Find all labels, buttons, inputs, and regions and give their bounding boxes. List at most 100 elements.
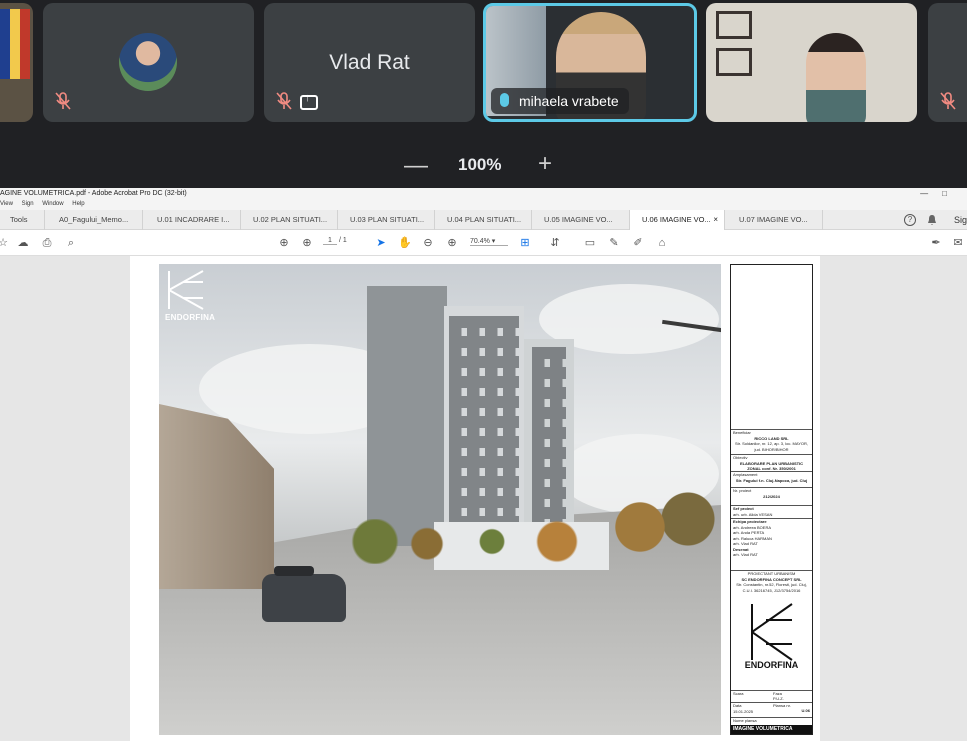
pdf-page: ENDORFINA Beneficiar RICCO LAND SRL Str.… bbox=[130, 256, 820, 741]
participant-tile-4[interactable] bbox=[706, 3, 917, 122]
minimize-button[interactable]: — bbox=[920, 189, 942, 198]
next-page-icon[interactable]: ⊕ bbox=[300, 236, 314, 250]
menu-view[interactable]: View bbox=[0, 201, 13, 207]
zoom-out-button[interactable]: — bbox=[404, 152, 428, 180]
car bbox=[262, 566, 346, 622]
tab-label: U.07 IMAGINE VO... bbox=[739, 215, 808, 224]
wall-frame bbox=[716, 11, 752, 39]
tower-side bbox=[367, 286, 447, 546]
data-value: 15.01.2025 bbox=[733, 708, 754, 714]
wall-frame bbox=[716, 48, 752, 76]
participant-tile-5[interactable] bbox=[928, 3, 967, 122]
beneficiar-row: Beneficiar RICCO LAND SRL Str. Soldanilo… bbox=[731, 429, 812, 452]
tab-tools[interactable]: Tools bbox=[0, 210, 45, 230]
tab-label: A0_Fagului_Memo... bbox=[59, 215, 129, 224]
firm-logo-text: ENDORFINA bbox=[744, 660, 799, 670]
star-icon[interactable]: ☆ bbox=[0, 236, 10, 250]
tab-label: U.03 PLAN SITUATI... bbox=[350, 215, 425, 224]
zoom-value: 70.4% bbox=[470, 238, 490, 245]
endorfina-logo-icon bbox=[168, 270, 204, 310]
sef-proiect-row: Sef proiect arh. urb. Alida VESAN bbox=[731, 505, 812, 517]
scroll-mode-icon[interactable]: ⇵ bbox=[548, 236, 562, 250]
fit-page-icon[interactable]: ⊞ bbox=[518, 236, 532, 250]
tab-doc[interactable]: U.01 INCADRARE I... bbox=[143, 210, 241, 230]
participant-tile-1[interactable] bbox=[43, 3, 254, 122]
flag-image bbox=[0, 9, 30, 79]
architectural-rendering: ENDORFINA bbox=[159, 264, 721, 735]
print-icon[interactable]: ⎙ bbox=[40, 236, 54, 250]
faza-value: P.U.Z. bbox=[773, 696, 784, 701]
nume-row: Nume plansa bbox=[731, 717, 812, 724]
participant-video bbox=[806, 33, 866, 122]
window-title: AGINE VOLUMETRICA.pdf - Adobe Acrobat Pr… bbox=[0, 190, 187, 197]
main-toolbar: ☆ ☁ ⎙ ⌕ ⊕ ⊕ 1 / 1 ➤ ✋ ⊖ ⊕ 70.4% ▾ ⊞ ⇵ ▭ … bbox=[0, 231, 967, 256]
mic-off-icon bbox=[940, 92, 956, 110]
vertical-scrollbar[interactable] bbox=[957, 256, 967, 741]
mic-off-icon bbox=[55, 92, 71, 110]
mic-off-icon bbox=[276, 92, 292, 110]
tab-doc[interactable]: A0_Fagului_Memo... bbox=[45, 210, 143, 230]
help-icon[interactable]: ? bbox=[904, 214, 916, 226]
shared-acrobat-window: AGINE VOLUMETRICA.pdf - Adobe Acrobat Pr… bbox=[0, 188, 967, 741]
window-controls: —□ bbox=[920, 188, 961, 199]
bell-icon[interactable] bbox=[926, 214, 938, 226]
tab-label: Tools bbox=[10, 215, 28, 224]
prev-page-icon[interactable]: ⊕ bbox=[277, 236, 291, 250]
participant-name: mihaela vrabete bbox=[519, 93, 619, 109]
draw-icon[interactable]: ✐ bbox=[631, 236, 645, 250]
participant-tile-3[interactable]: mihaela vrabete bbox=[483, 3, 697, 122]
tab-doc[interactable]: U.05 IMAGINE VO... bbox=[532, 210, 630, 230]
echipa-row: Echipa proiectare arh. Andreea BOERA arh… bbox=[731, 518, 812, 558]
participant-name: Vlad Rat bbox=[329, 51, 410, 74]
select-cursor-icon[interactable]: ➤ bbox=[374, 236, 388, 250]
tab-doc[interactable]: U.02 PLAN SITUATI... bbox=[241, 210, 338, 230]
window-title-bar: AGINE VOLUMETRICA.pdf - Adobe Acrobat Pr… bbox=[0, 188, 967, 199]
zoom-out-icon[interactable]: ⊖ bbox=[421, 236, 435, 250]
firm-address: Str. Constantin, nr.52, Floresti, jud. C… bbox=[736, 582, 807, 593]
zoom-in-button[interactable]: + bbox=[538, 150, 552, 178]
tab-doc-active[interactable]: U.06 IMAGINE VO... × bbox=[630, 210, 725, 230]
comment-icon[interactable]: ▭ bbox=[583, 236, 597, 250]
tab-doc[interactable]: U.04 PLAN SITUATI... bbox=[435, 210, 532, 230]
scara-label: Scara bbox=[733, 691, 744, 696]
avatar bbox=[119, 33, 177, 91]
maximize-button[interactable]: □ bbox=[942, 189, 961, 198]
cloud-upload-icon[interactable]: ☁ bbox=[16, 236, 30, 250]
menu-help[interactable]: Help bbox=[72, 201, 84, 207]
windows bbox=[449, 316, 519, 536]
sign-in-label[interactable]: Sig bbox=[954, 210, 967, 230]
participant-name-pill: mihaela vrabete bbox=[491, 88, 629, 114]
fill-sign-icon[interactable]: ✒ bbox=[929, 236, 943, 250]
zoom-select[interactable]: 70.4% ▾ bbox=[470, 237, 508, 246]
desenat-value: arh. Vlad RAT bbox=[733, 552, 758, 557]
participant-tile-2[interactable]: Vlad Rat bbox=[264, 3, 475, 122]
mail-icon[interactable]: ✉ bbox=[951, 236, 965, 250]
zoom-level: 100% bbox=[458, 155, 502, 174]
left-building bbox=[159, 404, 274, 589]
tab-label: U.01 INCADRARE I... bbox=[157, 215, 230, 224]
tab-doc[interactable]: U.07 IMAGINE VO... bbox=[725, 210, 823, 230]
stamp-icon[interactable]: ⌂ bbox=[655, 236, 669, 250]
tab-doc[interactable]: U.03 PLAN SITUATI... bbox=[338, 210, 435, 230]
close-tab-icon[interactable]: × bbox=[713, 210, 718, 230]
page-number-input[interactable]: 1 bbox=[323, 237, 337, 245]
search-icon[interactable]: ⌕ bbox=[64, 236, 78, 250]
zoom-in-icon[interactable]: ⊕ bbox=[445, 236, 459, 250]
beneficiar-address: Str. Soldanilor, nr. 12, ap. 3, loc. MAY… bbox=[734, 441, 809, 452]
menu-sign[interactable]: Sign bbox=[22, 201, 34, 207]
data-row: Data 15.01.2025 Plansa nr. U.06 bbox=[731, 702, 812, 716]
menu-window[interactable]: Window bbox=[42, 201, 63, 207]
plansa-label: Plansa nr. bbox=[773, 703, 791, 708]
nr-proiect-row: Nr. proiect 212/2024 bbox=[731, 487, 812, 499]
highlight-icon[interactable]: ✎ bbox=[607, 236, 621, 250]
document-view[interactable]: ENDORFINA Beneficiar RICCO LAND SRL Str.… bbox=[0, 256, 967, 741]
document-tabs: Tools A0_Fagului_Memo... U.01 INCADRARE … bbox=[0, 210, 967, 230]
hand-tool-icon[interactable]: ✋ bbox=[398, 236, 412, 250]
participant-tile-0[interactable] bbox=[0, 3, 33, 122]
obiectiv-value: ELABORARE PLAN URBANISTIC ZONAL conf. Nr… bbox=[739, 460, 804, 472]
endorfina-logo: ENDORFINA bbox=[165, 269, 215, 322]
firm-row: PROIECTANT URBANISM SC ENDORFINA CONCEPT… bbox=[731, 570, 812, 593]
windows bbox=[532, 347, 566, 537]
trees bbox=[349, 519, 609, 564]
tab-label: U.06 IMAGINE VO... bbox=[642, 215, 711, 224]
